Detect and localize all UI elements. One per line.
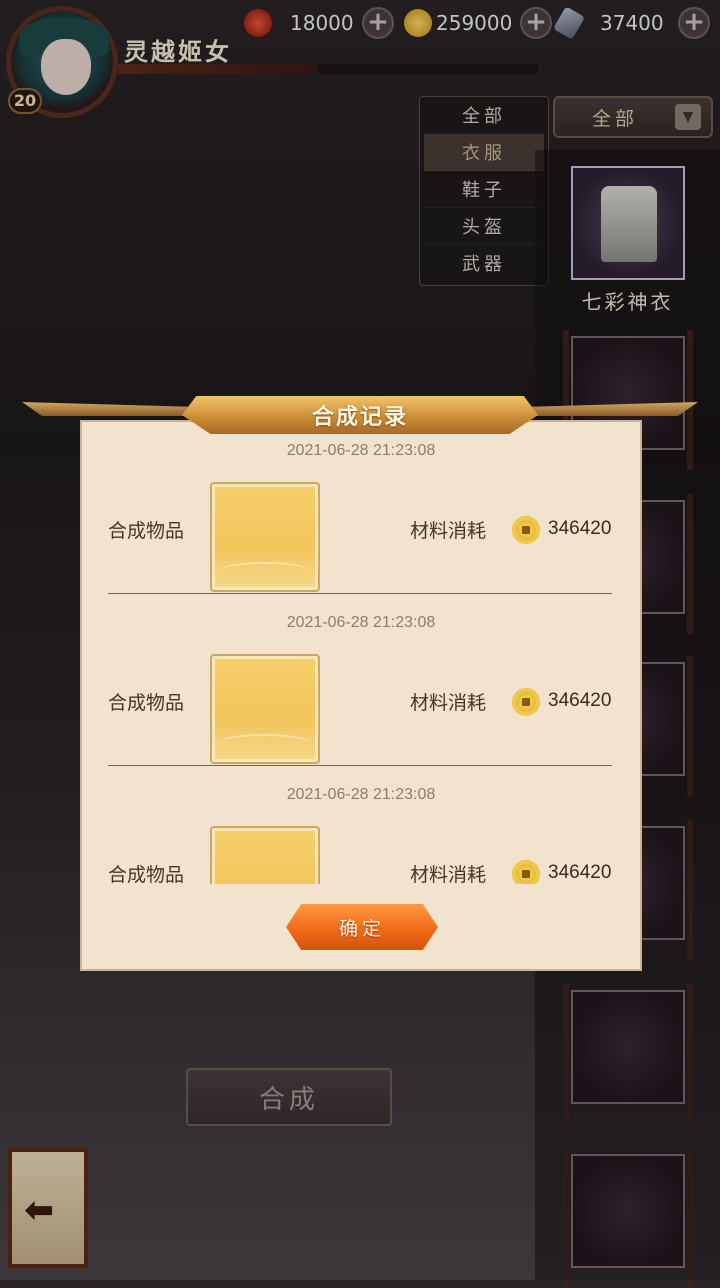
record-cost-value: 346420 (548, 862, 612, 883)
record-item-slot[interactable] (210, 826, 320, 884)
gold-coin-icon (512, 516, 540, 544)
gold-coin-icon (512, 860, 540, 884)
record-item-slot[interactable] (210, 654, 320, 764)
record-date: 2021-06-28 21:23:08 (286, 614, 436, 631)
dialog-title-plate: 合成记录 (182, 396, 538, 434)
record-row: 2021-06-28 21:23:08 合成物品 材料消耗 346420 (82, 766, 640, 884)
record-list[interactable]: 2021-06-28 21:23:08 合成物品 材料消耗 346420 202… (82, 422, 640, 884)
synthesis-record-dialog: 2021-06-28 21:23:08 合成物品 材料消耗 346420 202… (80, 420, 642, 971)
record-date: 2021-06-28 21:23:08 (286, 786, 436, 803)
record-item-label: 合成物品 (108, 692, 185, 714)
confirm-button[interactable]: 确定 (286, 904, 438, 950)
record-row: 2021-06-28 21:23:08 合成物品 材料消耗 346420 (82, 422, 640, 594)
record-cost-value: 346420 (548, 690, 612, 711)
record-item-slot[interactable] (210, 482, 320, 592)
record-item-label: 合成物品 (108, 520, 185, 542)
record-item-label: 合成物品 (108, 864, 185, 884)
record-cost-value: 346420 (548, 518, 612, 539)
record-cost-label: 材料消耗 (410, 520, 487, 542)
record-cost-label: 材料消耗 (410, 864, 487, 884)
dialog-title: 合成记录 (311, 404, 408, 430)
record-cost-label: 材料消耗 (410, 692, 487, 714)
record-date: 2021-06-28 21:23:08 (286, 442, 436, 459)
record-row: 2021-06-28 21:23:08 合成物品 材料消耗 346420 (82, 594, 640, 766)
gold-coin-icon (512, 688, 540, 716)
